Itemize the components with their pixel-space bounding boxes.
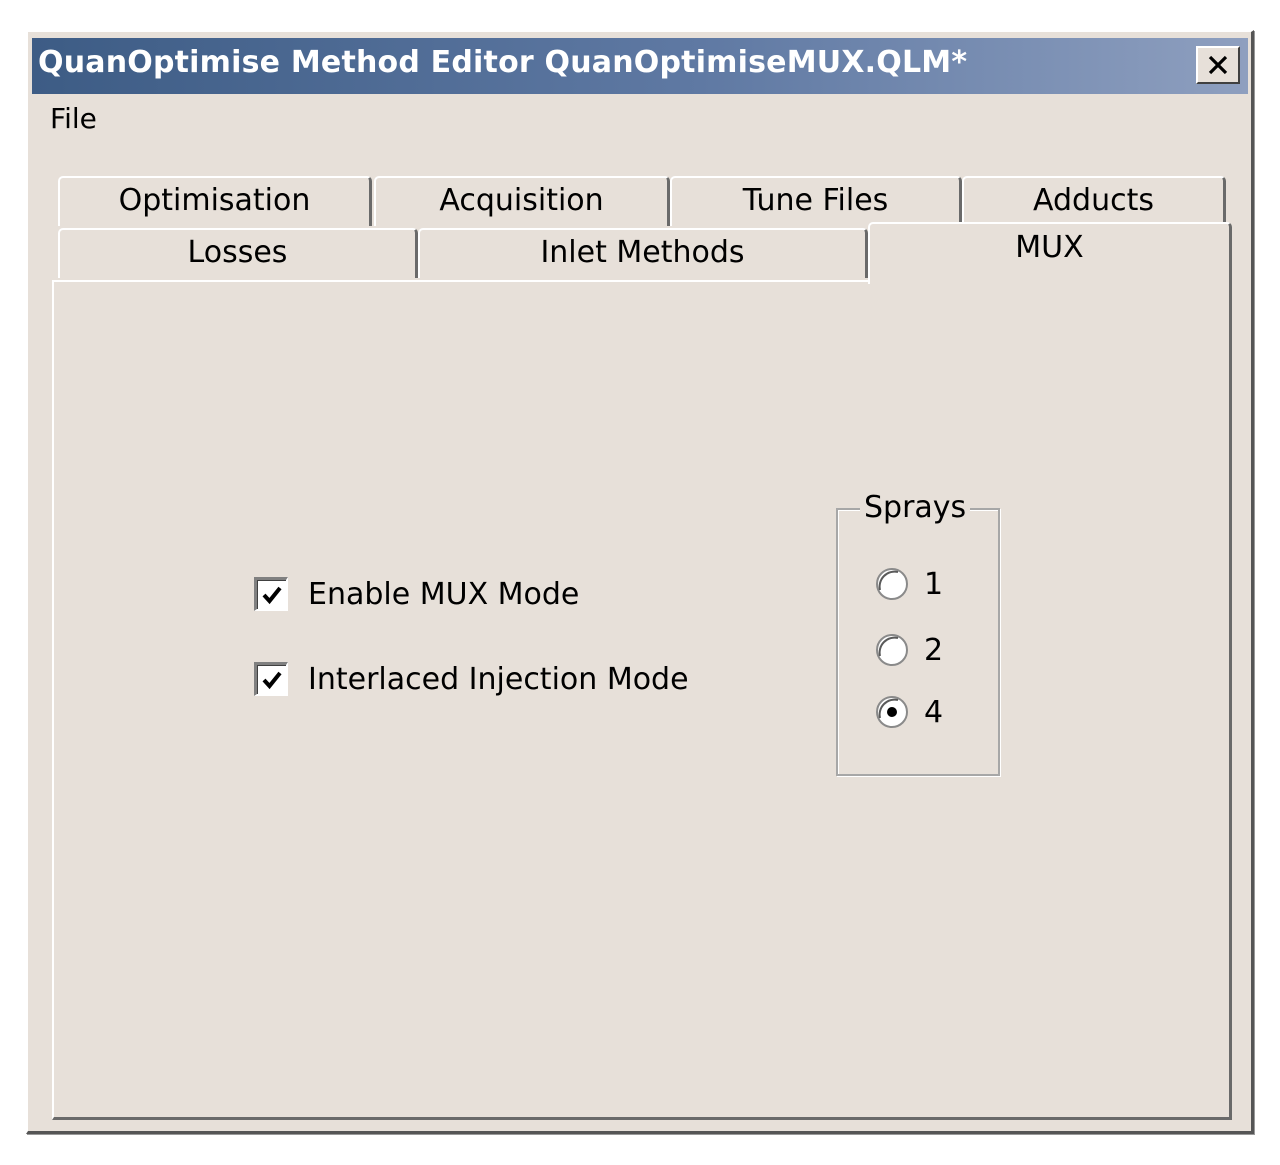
- menu-file[interactable]: File: [50, 102, 97, 135]
- tab-label: Tune Files: [742, 183, 889, 218]
- tab-inlet-methods[interactable]: Inlet Methods: [418, 228, 868, 278]
- enable-mux-mode-label: Enable MUX Mode: [308, 576, 580, 612]
- tab-tune-files[interactable]: Tune Files: [670, 176, 962, 226]
- interlaced-injection-mode-label: Interlaced Injection Mode: [308, 661, 689, 697]
- sprays-option-label: 4: [924, 694, 944, 730]
- sprays-option-1[interactable]: 1: [874, 564, 943, 604]
- title-bar[interactable]: QuanOptimise Method Editor QuanOptimiseM…: [32, 38, 1248, 94]
- tab-label: Adducts: [1033, 183, 1154, 218]
- tab-label: Losses: [187, 235, 288, 270]
- tab-acquisition[interactable]: Acquisition: [374, 176, 670, 226]
- enable-mux-mode-checkbox[interactable]: Enable MUX Mode: [254, 574, 579, 614]
- interlaced-injection-mode-box[interactable]: [254, 662, 288, 696]
- tab-adducts[interactable]: Adducts: [962, 176, 1226, 226]
- checkmark-icon: [262, 671, 282, 689]
- sprays-option-label: 1: [924, 566, 944, 602]
- enable-mux-mode-box[interactable]: [254, 577, 288, 611]
- tab-label: Inlet Methods: [540, 235, 745, 270]
- sprays-option-4[interactable]: 4: [874, 692, 943, 732]
- radio-unselected-icon[interactable]: [874, 632, 910, 668]
- checkmark-icon: [262, 586, 282, 604]
- sprays-option-2[interactable]: 2: [874, 630, 943, 670]
- sprays-group: Sprays 1 2 4: [836, 490, 1000, 776]
- tab-losses[interactable]: Losses: [58, 228, 418, 278]
- tab-label: Optimisation: [118, 183, 311, 218]
- tab-mux[interactable]: MUX: [868, 222, 1232, 284]
- radio-selected-icon[interactable]: [874, 694, 910, 730]
- window-title: QuanOptimise Method Editor QuanOptimiseM…: [38, 45, 968, 80]
- mux-panel: Enable MUX Mode Interlaced Injection Mod…: [52, 280, 1232, 1120]
- method-editor-window: QuanOptimise Method Editor QuanOptimiseM…: [26, 30, 1254, 1134]
- radio-unselected-icon[interactable]: [874, 566, 910, 602]
- interlaced-injection-mode-checkbox[interactable]: Interlaced Injection Mode: [254, 659, 689, 699]
- sprays-option-label: 2: [924, 632, 944, 668]
- close-button[interactable]: [1196, 46, 1240, 84]
- menu-bar: File: [32, 96, 1248, 142]
- tab-label: Acquisition: [439, 183, 604, 218]
- tab-label: MUX: [1015, 230, 1084, 265]
- tab-optimisation[interactable]: Optimisation: [58, 176, 372, 226]
- close-icon: [1208, 55, 1228, 75]
- sprays-legend: Sprays: [860, 490, 971, 525]
